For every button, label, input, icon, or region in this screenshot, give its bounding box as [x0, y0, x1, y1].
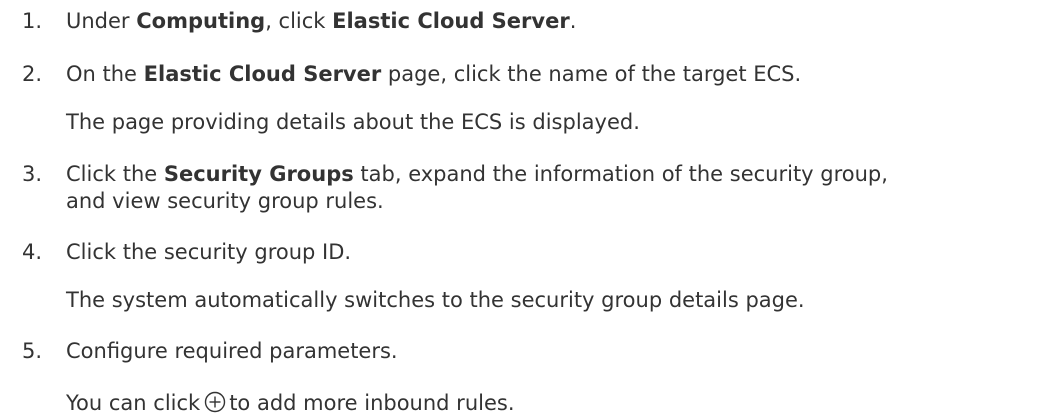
step-5-note: You can click to add more inbound rules. [66, 391, 515, 415]
procedure-steps: 1. Under Computing, click Elastic Cloud … [0, 0, 1046, 415]
menu-computing: Computing [136, 9, 266, 33]
step-4-result: The system automatically switches to the… [66, 288, 805, 312]
tab-security-groups: Security Groups [163, 162, 354, 186]
step-2-text: On the Elastic Cloud Server page, click … [66, 62, 802, 86]
step-number: 1. [22, 9, 43, 33]
step-4-text: Click the security group ID. [66, 240, 352, 264]
page-elastic-cloud-server: Elastic Cloud Server [143, 62, 382, 86]
step-5-text: Configure required parameters. [66, 339, 398, 363]
step-1-text: Under Computing, click Elastic Cloud Ser… [66, 9, 577, 33]
step-3-text: Click the Security Groups tab, expand th… [66, 162, 888, 186]
step-number: 2. [22, 62, 43, 86]
step-number: 5. [22, 339, 43, 363]
step-2-result: The page providing details about the ECS… [66, 110, 640, 134]
step-number: 4. [22, 240, 43, 264]
menu-elastic-cloud-server: Elastic Cloud Server [332, 9, 570, 33]
step-number: 3. [22, 162, 43, 186]
step-3-continuation: and view security group rules. [66, 189, 384, 213]
